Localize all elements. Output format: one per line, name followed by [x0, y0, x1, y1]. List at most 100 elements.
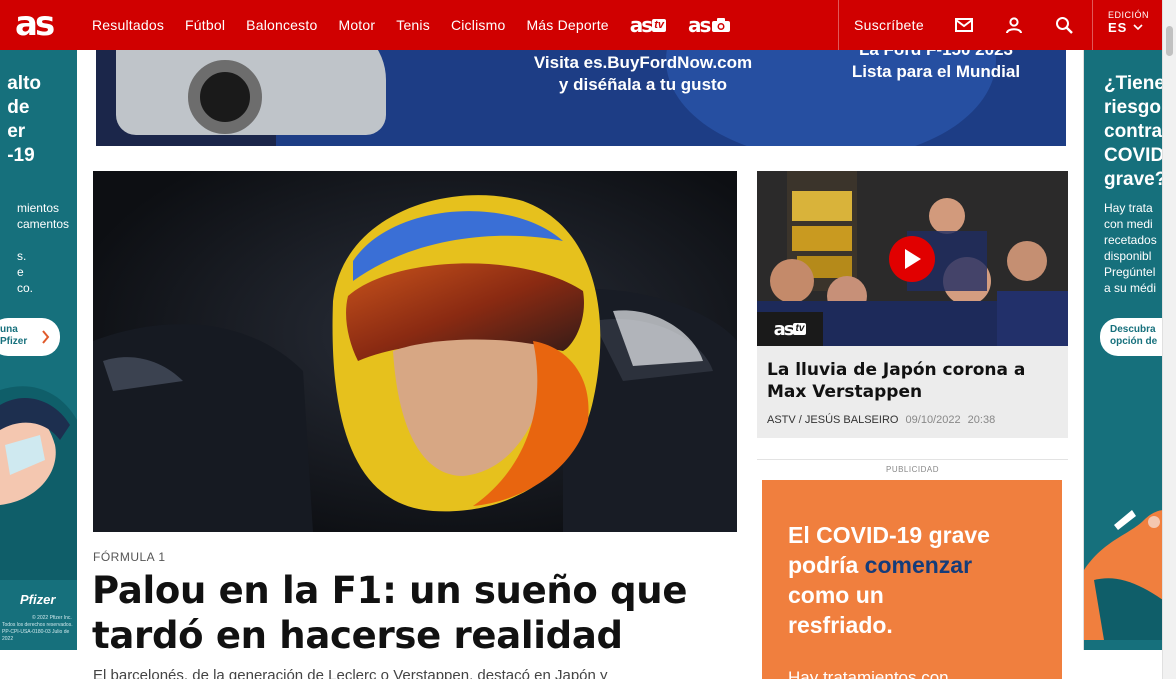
ad-text-line: mientos	[16, 201, 59, 215]
chevron-right-icon	[42, 330, 50, 344]
nav-item-futbol[interactable]: Fútbol	[185, 17, 225, 33]
ad-text-line: grave?	[1104, 169, 1162, 190]
mail-button[interactable]	[939, 0, 989, 50]
as-tv-logo-tv: tv	[652, 18, 666, 32]
right-ad-body: Hay trata con medi recetados disponibl P…	[1104, 200, 1157, 296]
ad-text-line: contra	[1104, 121, 1162, 142]
nav-item-resultados[interactable]: Resultados	[92, 17, 164, 33]
ad-text-line: er	[7, 121, 26, 142]
video-date: 09/10/2022	[905, 414, 961, 426]
astv-badge-as: as	[773, 318, 795, 340]
nav-item-tenis[interactable]: Tenis	[396, 17, 430, 33]
video-card[interactable]: as tv La lluvia de Japón corona a Max Ver…	[757, 171, 1068, 438]
as-logo[interactable]: as	[15, 6, 55, 42]
right-ad-headline: ¿Tiene riesgo contra COVID grave?	[1104, 72, 1162, 192]
article-lead: El barcelonés, de la generación de Lecle…	[93, 667, 608, 679]
promo-text: podría	[788, 552, 865, 578]
pfizer-logo: Pfizer	[20, 592, 56, 607]
video-author[interactable]: JESÚS BALSEIRO	[805, 414, 899, 426]
divider	[757, 459, 1068, 460]
ad-text-line: disponibl	[1104, 249, 1152, 263]
ad-text-line: s.	[16, 249, 27, 263]
ad-text-line: a su médi	[1104, 281, 1157, 295]
right-ad-cta[interactable]: Descubra opción de	[1100, 318, 1162, 356]
video-title[interactable]: La lluvia de Japón corona a Max Verstapp…	[767, 359, 1063, 403]
promo-subtext: Hay tratamientos con	[788, 668, 949, 679]
main-nav: Resultados Fútbol Baloncesto Motor Tenis…	[92, 0, 753, 50]
promo-line: como un	[788, 582, 884, 608]
edition-selector[interactable]: EDICIÓN ES	[1092, 0, 1162, 50]
left-ad-fineprint: © 2022 Pfizer Inc. Todos los derechos re…	[2, 615, 77, 643]
scrollbar-thumb[interactable]	[1166, 26, 1173, 56]
ad-text-line: co.	[16, 281, 33, 295]
ad-text-line: COVID	[1104, 145, 1162, 166]
astv-badge-tv: tv	[793, 323, 807, 335]
right-side-ad[interactable]: ¿Tiene riesgo contra COVID grave? Hay tr…	[1083, 50, 1162, 650]
fineprint-line: PP-CPI-USA-0180-03 Julio de 2022	[2, 629, 70, 642]
ad-spacer	[17, 232, 69, 248]
promo-line: El COVID-19 grave	[788, 522, 990, 548]
nav-item-motor[interactable]: Motor	[338, 17, 375, 33]
fineprint-line: Todos los derechos reservados.	[2, 622, 73, 628]
ad-text-line: camentos	[16, 217, 69, 231]
left-ad-body: mientos camentos s. e co.	[17, 200, 69, 296]
promo-line: resfriado.	[788, 612, 893, 638]
banner-car-wheel	[188, 60, 262, 134]
banner-line: Visita es.BuyFordNow.com	[533, 53, 753, 72]
mail-icon	[954, 18, 973, 32]
ad-cta-line: opción de	[1110, 336, 1158, 347]
ad-text-line: riesgo	[1104, 97, 1162, 118]
ad-text-line: recetados	[1104, 233, 1157, 247]
driver-helmet-photo	[93, 171, 737, 532]
promo-line: podría comenzar	[788, 550, 1036, 580]
ad-text-line: alto	[7, 73, 41, 94]
left-ad-illustration	[0, 386, 77, 580]
article-title[interactable]: Palou en la F1: un sueño que tardó en ha…	[92, 568, 742, 658]
banner-line: Lista para el Mundial	[851, 62, 1021, 81]
edition-value: ES	[1108, 20, 1128, 35]
nav-item-baloncesto[interactable]: Baloncesto	[246, 17, 317, 33]
banner-line: y diséñala a tu gusto	[558, 75, 728, 94]
page-scrollbar[interactable]	[1162, 0, 1176, 679]
advertising-label: PUBLICIDAD	[885, 465, 939, 474]
ad-cta-line: Descubra	[1110, 324, 1156, 335]
main-article-image[interactable]	[93, 171, 737, 532]
ad-text-line: e	[16, 265, 24, 279]
covid-promo-ad[interactable]: El COVID-19 grave podría comenzar como u…	[762, 480, 1062, 679]
as-tv-link[interactable]: as tv	[630, 13, 666, 37]
nav-right-group: Suscríbete	[838, 0, 1089, 50]
edition-value-wrap: ES	[1108, 20, 1162, 35]
article-kicker[interactable]: FÓRMULA 1	[93, 550, 166, 564]
video-thumbnail[interactable]: as tv	[757, 171, 1068, 346]
user-icon	[1005, 17, 1022, 34]
as-tv-logo-as: as	[629, 13, 653, 37]
promo-highlight: comenzar	[864, 552, 973, 578]
left-ad-headline: alto de er -19	[7, 72, 41, 168]
play-button[interactable]	[889, 236, 935, 282]
astv-badge: as tv	[757, 312, 823, 346]
right-ad-illustration	[1084, 510, 1162, 640]
video-section[interactable]: ASTV	[767, 414, 796, 426]
as-photo-link[interactable]: as	[688, 13, 731, 37]
ad-text-line: con medi	[1104, 217, 1153, 231]
user-button[interactable]	[989, 0, 1039, 50]
ad-text-line: de	[7, 97, 30, 118]
ad-text-line: Pregúntel	[1104, 265, 1156, 279]
promo-headline: El COVID-19 grave podría comenzar como u…	[788, 520, 1036, 640]
edition-label: EDICIÓN	[1108, 10, 1150, 20]
search-button[interactable]	[1039, 0, 1089, 50]
chevron-down-icon	[1133, 24, 1143, 31]
left-side-ad[interactable]: alto de er -19 mientos camentos s. e co.…	[0, 50, 77, 650]
ad-text-line: -19	[7, 145, 35, 166]
nav-item-ciclismo[interactable]: Ciclismo	[451, 17, 506, 33]
video-meta: ASTV / JESÚS BALSEIRO 09/10/2022 20:38	[767, 414, 995, 426]
fineprint-line: © 2022 Pfizer Inc.	[32, 615, 72, 621]
subscribe-button[interactable]: Suscríbete	[839, 17, 939, 33]
as-photo-logo-as: as	[687, 13, 711, 37]
banner-text-left: Visita es.BuyFordNow.com y diséñala a tu…	[528, 52, 758, 96]
search-icon	[1055, 17, 1073, 34]
nav-item-mas-deporte[interactable]: Más Deporte	[526, 17, 608, 33]
video-time: 20:38	[967, 414, 996, 426]
ad-text-line: ¿Tiene	[1104, 73, 1162, 94]
top-navigation-bar: as Resultados Fútbol Baloncesto Motor Te…	[0, 0, 1162, 50]
